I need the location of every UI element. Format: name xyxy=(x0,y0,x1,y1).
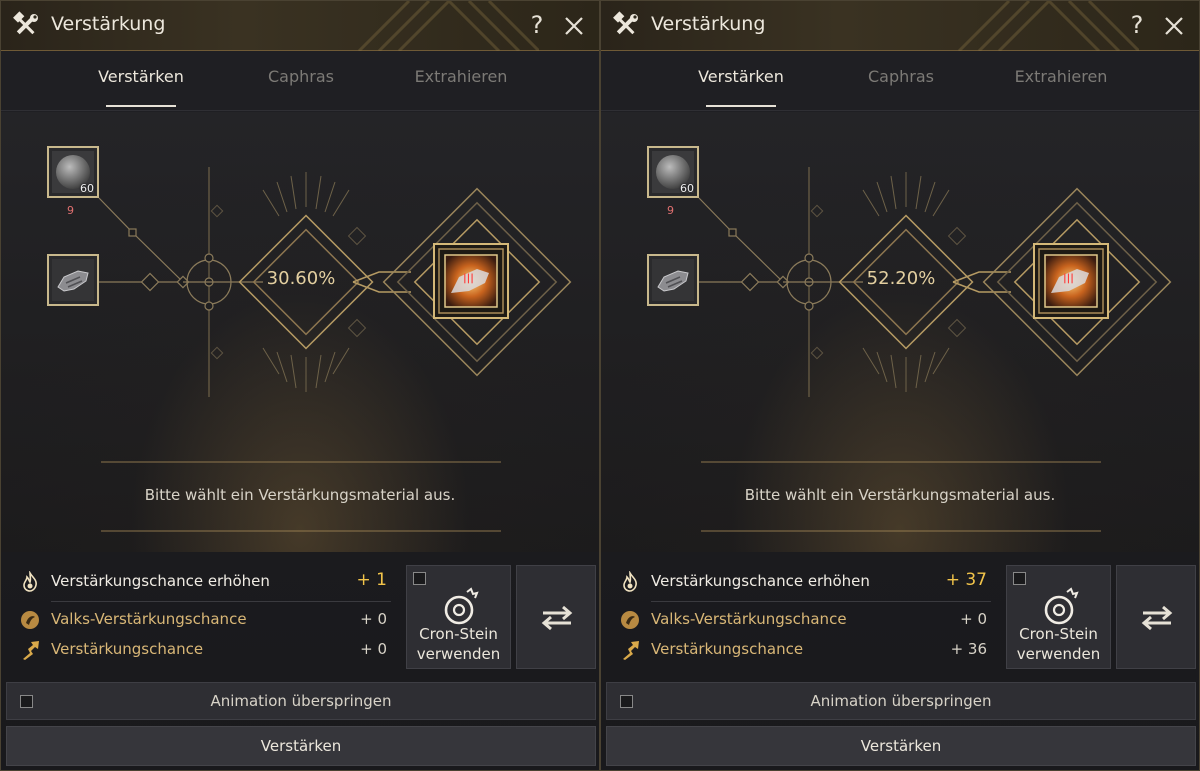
close-icon[interactable] xyxy=(1163,15,1185,37)
boost-value: + 37 xyxy=(945,570,987,590)
stone-quantity: 9 xyxy=(67,204,74,217)
chance-stats: Verstärkungschance erhöhen + 1 Valks-Ver… xyxy=(11,561,397,671)
up-arrow-icon xyxy=(23,641,39,660)
hammer-wrench-icon xyxy=(613,11,638,35)
hint-text: Bitte wählt ein Verstärkungsmaterial aus… xyxy=(144,486,456,504)
tab-bar: Verstärken Caphras Extrahieren xyxy=(601,51,1199,111)
skip-animation-label: Animation überspringen xyxy=(810,692,992,710)
boost-value: + 1 xyxy=(356,570,387,590)
up-arrow-icon xyxy=(623,641,639,660)
enhancement-stage: 60 9 30.60% ||| Bitte wählt ein Verstärk… xyxy=(1,112,599,552)
gauntlet-icon xyxy=(652,259,694,301)
chance-value: + 36 xyxy=(950,640,987,658)
swap-button[interactable] xyxy=(1116,565,1196,669)
skip-animation-label: Animation überspringen xyxy=(210,692,392,710)
boost-label: Verstärkungschance erhöhen xyxy=(51,572,270,590)
enhanced-gear-icon: ||| xyxy=(433,243,509,319)
gear-slot[interactable] xyxy=(647,254,699,306)
valks-advice-icon xyxy=(621,611,639,629)
gear-slot[interactable] xyxy=(47,254,99,306)
tab-extract[interactable]: Extrahieren xyxy=(991,67,1131,107)
enhance-button-label: Verstärken xyxy=(860,737,942,755)
skip-animation-toggle[interactable]: Animation überspringen xyxy=(606,682,1196,720)
cron-label-line2: verwenden xyxy=(416,645,501,663)
stat-boost: Verstärkungschance erhöhen + 37 xyxy=(619,567,997,597)
cron-label: Cron-Stein verwenden xyxy=(407,624,510,664)
title-pattern xyxy=(357,1,539,51)
stone-quantity: 9 xyxy=(667,204,674,217)
stone-stack-count: 60 xyxy=(80,182,94,195)
valks-value: + 0 xyxy=(960,610,987,628)
cron-stone-icon xyxy=(1044,587,1079,625)
valks-advice-icon xyxy=(21,611,39,629)
stat-valks: Valks-Verstärkungschance + 0 xyxy=(619,605,997,635)
cron-label-line2: verwenden xyxy=(1016,645,1101,663)
valks-label: Valks-Verstärkungschance xyxy=(651,610,847,628)
tab-caphras[interactable]: Caphras xyxy=(231,67,371,107)
hint-text: Bitte wählt ein Verstärkungsmaterial aus… xyxy=(744,486,1056,504)
valks-label: Valks-Verstärkungschance xyxy=(51,610,247,628)
tab-bar: Verstärken Caphras Extrahieren xyxy=(1,51,599,111)
result-slot[interactable]: ||| xyxy=(433,243,509,319)
material-slot[interactable]: 60 xyxy=(47,146,99,198)
result-slot[interactable]: ||| xyxy=(1033,243,1109,319)
flame-icon xyxy=(623,571,637,592)
tab-enhance[interactable]: Verstärken xyxy=(671,67,811,107)
cron-label: Cron-Stein verwenden xyxy=(1007,624,1110,664)
divider xyxy=(651,601,991,602)
title-pattern xyxy=(957,1,1139,51)
cron-label-line1: Cron-Stein xyxy=(1019,625,1098,643)
svg-text:|||: ||| xyxy=(1063,273,1074,284)
stat-boost: Verstärkungschance erhöhen + 1 xyxy=(19,567,397,597)
stat-valks: Valks-Verstärkungschance + 0 xyxy=(19,605,397,635)
stone-stack-count: 60 xyxy=(680,182,694,195)
cron-checkbox[interactable] xyxy=(413,572,426,585)
svg-text:|||: ||| xyxy=(463,273,474,284)
enhancement-stage: 60 9 52.20% ||| Bitte wählt ein Verstärk… xyxy=(601,112,1199,552)
enhance-button[interactable]: Verstärken xyxy=(6,726,596,766)
tab-extract[interactable]: Extrahieren xyxy=(391,67,531,107)
swap-arrows-icon xyxy=(541,605,573,631)
stat-chance: Verstärkungschance + 36 xyxy=(619,635,997,665)
success-chance: 52.20% xyxy=(866,268,936,289)
chance-value: + 0 xyxy=(360,640,387,658)
skip-animation-toggle[interactable]: Animation überspringen xyxy=(6,682,596,720)
enhanced-gear-icon: ||| xyxy=(1033,243,1109,319)
enhancement-window-right: Verstärkung ? Verstärken Caphras Extrahi… xyxy=(600,0,1200,771)
window-title: Verstärkung xyxy=(51,13,166,35)
swap-button[interactable] xyxy=(516,565,596,669)
cron-stone-button[interactable]: Cron-Stein verwenden xyxy=(406,565,511,669)
cron-checkbox[interactable] xyxy=(1013,572,1026,585)
chance-label: Verstärkungschance xyxy=(651,640,804,658)
material-slot[interactable]: 60 xyxy=(647,146,699,198)
close-icon[interactable] xyxy=(563,15,585,37)
help-button[interactable]: ? xyxy=(1125,9,1149,41)
title-bar[interactable]: Verstärkung ? xyxy=(1,1,599,51)
flame-icon xyxy=(23,571,37,592)
divider xyxy=(51,601,391,602)
hammer-wrench-icon xyxy=(13,11,38,35)
cron-stone-icon xyxy=(444,587,479,625)
title-bar[interactable]: Verstärkung ? xyxy=(601,1,1199,51)
enhance-button[interactable]: Verstärken xyxy=(606,726,1196,766)
chance-label: Verstärkungschance xyxy=(51,640,204,658)
help-button[interactable]: ? xyxy=(525,9,549,41)
success-chance: 30.60% xyxy=(266,268,336,289)
valks-value: + 0 xyxy=(360,610,387,628)
window-title: Verstärkung xyxy=(651,13,766,35)
enhance-button-label: Verstärken xyxy=(260,737,342,755)
stat-chance: Verstärkungschance + 0 xyxy=(19,635,397,665)
gauntlet-icon xyxy=(52,259,94,301)
cron-stone-button[interactable]: Cron-Stein verwenden xyxy=(1006,565,1111,669)
boost-label: Verstärkungschance erhöhen xyxy=(651,572,870,590)
cron-label-line1: Cron-Stein xyxy=(419,625,498,643)
swap-arrows-icon xyxy=(1141,605,1173,631)
tab-caphras[interactable]: Caphras xyxy=(831,67,971,107)
tab-enhance[interactable]: Verstärken xyxy=(71,67,211,107)
chance-stats: Verstärkungschance erhöhen + 37 Valks-Ve… xyxy=(611,561,997,671)
enhancement-window-left: Verstärkung ? Verstärken Caphras Extrahi… xyxy=(0,0,600,771)
